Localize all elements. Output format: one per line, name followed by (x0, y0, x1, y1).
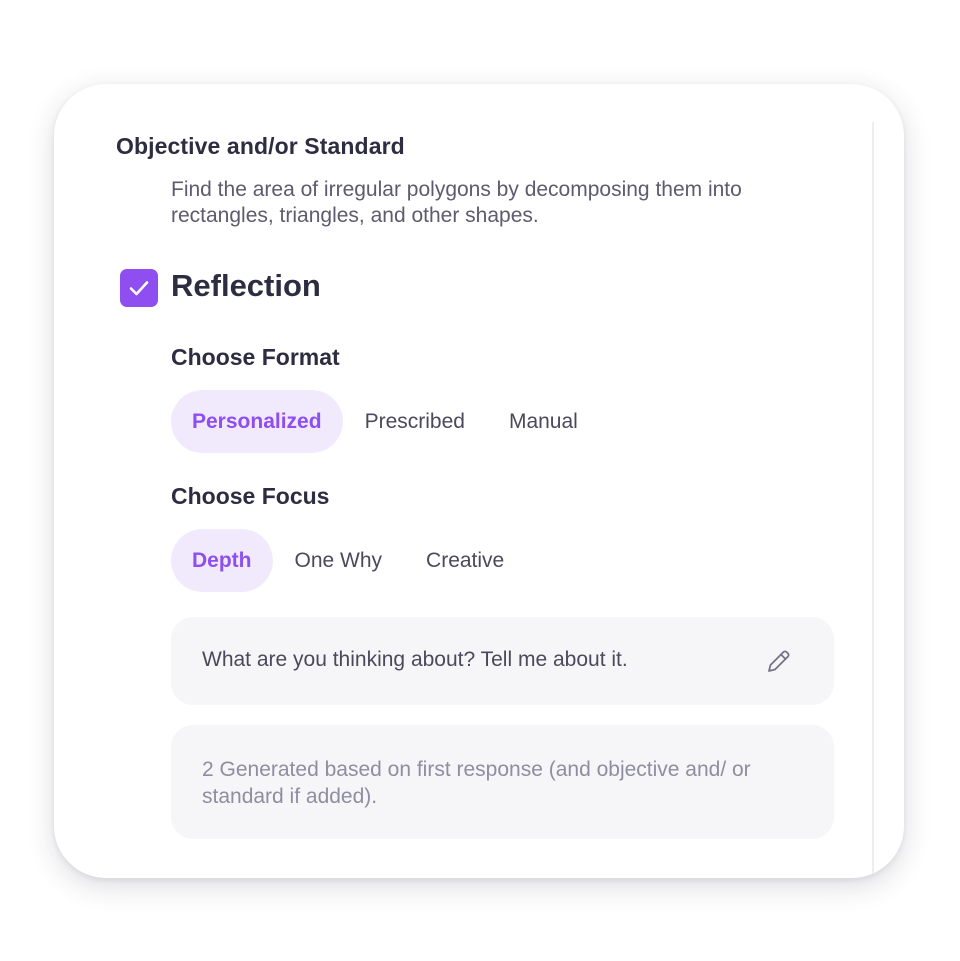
focus-selector: Depth One Why Creative (171, 529, 526, 592)
first-prompt-box[interactable]: What are you thinking about? Tell me abo… (171, 617, 834, 705)
first-prompt-text: What are you thinking about? Tell me abo… (202, 648, 628, 671)
format-option-personalized[interactable]: Personalized (171, 390, 343, 453)
choose-format-label: Choose Format (171, 344, 340, 370)
checkmark-icon (129, 281, 149, 296)
reflection-title: Reflection (171, 268, 321, 303)
scrollbar-track[interactable] (872, 122, 874, 874)
objective-title: Objective and/or Standard (116, 133, 405, 159)
format-option-prescribed[interactable]: Prescribed (343, 390, 487, 453)
focus-option-one-why[interactable]: One Why (273, 529, 405, 592)
focus-option-depth[interactable]: Depth (171, 529, 273, 592)
reflection-checkbox[interactable] (120, 269, 158, 307)
focus-option-creative[interactable]: Creative (404, 529, 526, 592)
generated-prompts-text: 2 Generated based on first response (and… (202, 758, 751, 808)
format-selector: Personalized Prescribed Manual (171, 390, 600, 453)
format-option-manual[interactable]: Manual (487, 390, 600, 453)
choose-focus-label: Choose Focus (171, 483, 330, 509)
pencil-icon[interactable] (764, 646, 794, 676)
objective-text: Find the area of irregular polygons by d… (171, 178, 742, 227)
generated-prompts-box: 2 Generated based on first response (and… (171, 725, 834, 839)
